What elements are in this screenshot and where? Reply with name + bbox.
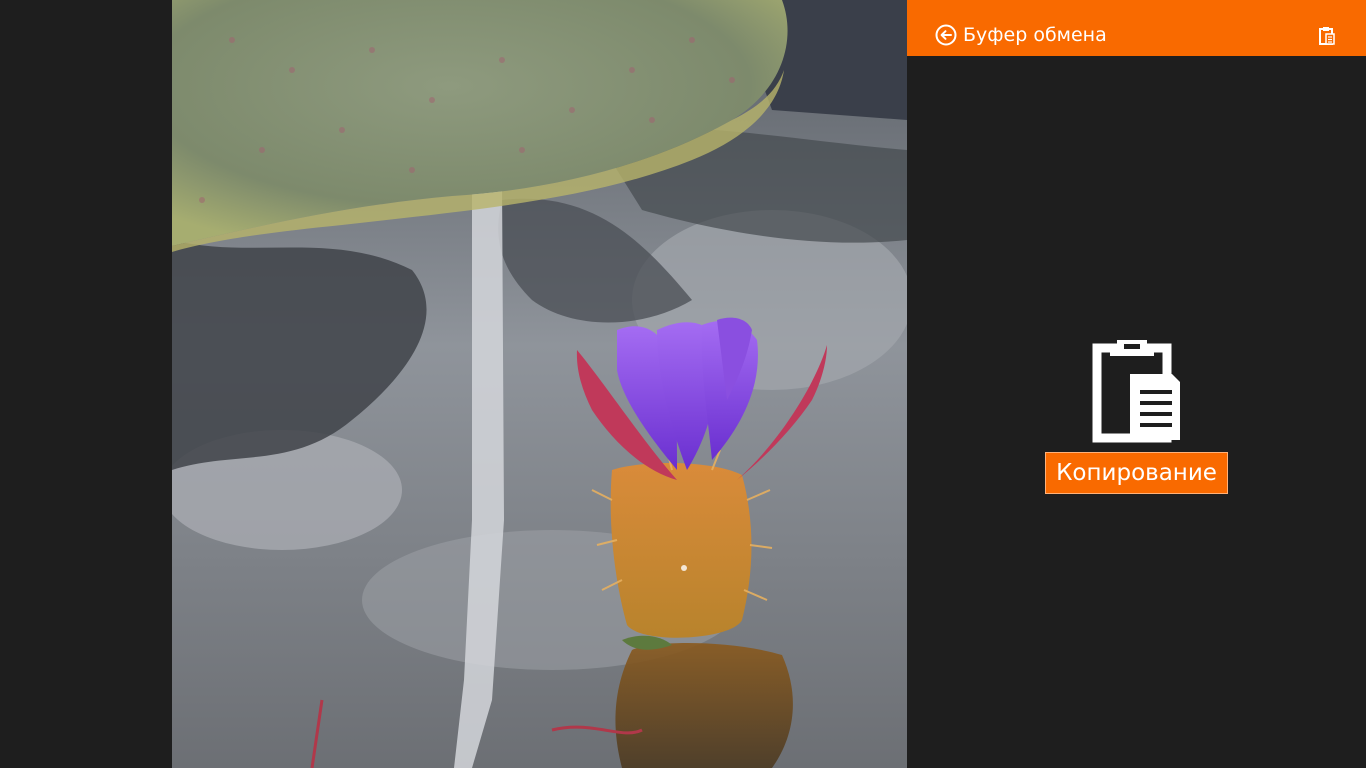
water-lily-photo bbox=[172, 0, 907, 768]
back-arrow-icon bbox=[935, 24, 957, 46]
flyout-header: Буфер обмена bbox=[907, 0, 1366, 56]
clipboard-flyout: Буфер обмена Копирование bbox=[907, 0, 1366, 768]
app-window: Буфер обмена Копирование bbox=[0, 0, 1366, 768]
clipboard-icon bbox=[1319, 26, 1335, 45]
clipboard-icon bbox=[1092, 336, 1182, 444]
photo-viewer bbox=[172, 0, 907, 768]
copy-button[interactable]: Копирование bbox=[1045, 452, 1228, 494]
flyout-title: Буфер обмена bbox=[963, 24, 1107, 46]
back-button[interactable] bbox=[935, 24, 957, 46]
